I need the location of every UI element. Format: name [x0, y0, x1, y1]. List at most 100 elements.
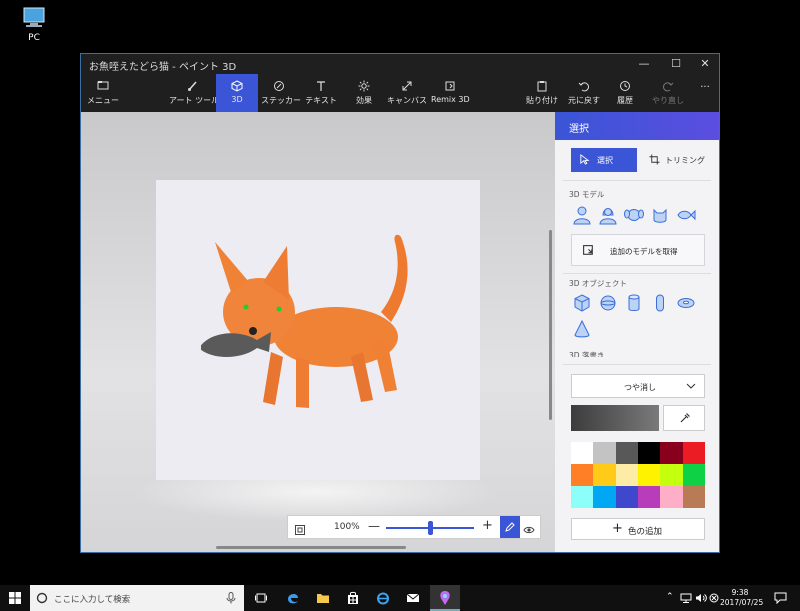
palette-color-swatch[interactable]: [682, 486, 705, 508]
zoom-slider-thumb[interactable]: [428, 521, 433, 535]
pc-icon: [23, 7, 45, 27]
paint3d-icon: [440, 591, 450, 605]
action-center-icon[interactable]: [774, 592, 787, 604]
network-icon[interactable]: [680, 593, 692, 603]
palette-color-swatch[interactable]: [660, 464, 683, 486]
palette-color-swatch[interactable]: [615, 486, 638, 508]
palette-color-swatch[interactable]: [637, 486, 661, 508]
maximize-button[interactable]: ☐: [661, 54, 691, 74]
cat-model-icon[interactable]: [649, 204, 671, 226]
folder-icon: [317, 594, 329, 603]
brush-icon: [169, 74, 217, 94]
crop-button[interactable]: トリミング: [645, 148, 711, 172]
palette-color-swatch[interactable]: [637, 442, 661, 464]
paint3d-taskbar-button[interactable]: [430, 585, 460, 611]
cube-object-icon[interactable]: [571, 292, 593, 314]
select-button[interactable]: 選択: [571, 148, 637, 172]
current-color-swatch[interactable]: [571, 405, 659, 431]
mail-icon: [406, 593, 420, 602]
palette-color-swatch[interactable]: [571, 442, 594, 464]
man-model-icon[interactable]: [571, 204, 593, 226]
search-placeholder: ここに入力して検索: [54, 595, 131, 605]
crop-label: トリミング: [665, 156, 705, 165]
palette-color-swatch[interactable]: [637, 464, 661, 486]
cat-with-fish-model[interactable]: [201, 212, 421, 412]
remix3d-tab[interactable]: Remix 3D: [431, 74, 470, 112]
cylinder-object-icon[interactable]: [623, 292, 645, 314]
toolbar: メニュー アート ツール 3D ステッカー テキスト 効果 キャンバス Remi…: [81, 74, 719, 112]
panel-divider: [563, 180, 711, 181]
paint3d-window: お魚咥えたどら猫 - ペイント 3D — ☐ ✕ メニュー アート ツール 3D…: [80, 53, 720, 553]
select-label: 選択: [597, 156, 613, 165]
view-3d-icon[interactable]: [523, 521, 535, 540]
palette-color-swatch[interactable]: [571, 486, 594, 508]
donut-object-icon[interactable]: [675, 292, 697, 314]
paste-button[interactable]: 貼り付け: [525, 74, 559, 112]
more-button[interactable]: ···: [695, 74, 715, 112]
palette-color-swatch[interactable]: [682, 442, 705, 464]
3d-tab[interactable]: 3D: [216, 74, 258, 112]
microphone-icon[interactable]: [226, 592, 236, 604]
chevron-up-icon[interactable]: ⌃: [666, 592, 674, 602]
palette-color-swatch[interactable]: [615, 464, 638, 486]
palette-color-swatch[interactable]: [593, 442, 616, 464]
minimize-button[interactable]: —: [629, 54, 659, 74]
remix-icon: [583, 245, 593, 255]
edge-taskbar-button[interactable]: [278, 585, 308, 611]
finish-dropdown[interactable]: つや消し: [571, 374, 705, 398]
title-bar[interactable]: お魚咥えたどら猫 - ペイント 3D — ☐ ✕: [81, 54, 719, 74]
get-more-models-button[interactable]: 追加のモデルを取得: [571, 234, 705, 266]
vertical-scrollbar[interactable]: [549, 230, 552, 420]
dog-model-icon[interactable]: [623, 204, 645, 226]
palette-color-swatch[interactable]: [615, 442, 638, 464]
horizontal-scrollbar[interactable]: [216, 546, 406, 549]
palette-color-swatch[interactable]: [571, 464, 594, 486]
palette-color-swatch[interactable]: [593, 464, 616, 486]
capsule-object-icon[interactable]: [649, 292, 671, 314]
sticker-tab[interactable]: ステッカー: [261, 74, 301, 112]
undo-button[interactable]: 元に戻す: [567, 74, 601, 112]
chevron-down-icon: [686, 383, 696, 389]
volume-icon[interactable]: [695, 593, 707, 603]
task-view-button[interactable]: [246, 585, 276, 611]
zoom-out-button[interactable]: —: [368, 519, 380, 533]
color-palette: [571, 442, 705, 508]
desktop-icon-pc[interactable]: PC: [14, 5, 54, 43]
palette-color-swatch[interactable]: [682, 464, 705, 486]
add-color-button[interactable]: + 色の追加: [571, 518, 705, 540]
canvas-area[interactable]: 100% — +: [81, 112, 555, 552]
search-box[interactable]: ここに入力して検索: [30, 585, 244, 611]
clipboard-icon: [525, 74, 559, 94]
woman-model-icon[interactable]: [597, 204, 619, 226]
desktop-icon-label: PC: [28, 33, 40, 43]
art-tools-tab[interactable]: アート ツール: [169, 74, 219, 112]
canvas-tab[interactable]: キャンバス: [387, 74, 427, 112]
menu-button[interactable]: メニュー: [83, 74, 123, 112]
palette-color-swatch[interactable]: [593, 486, 616, 508]
eyedropper-button[interactable]: [663, 405, 705, 431]
sphere-object-icon[interactable]: [597, 292, 619, 314]
add-color-label: 色の追加: [628, 527, 663, 537]
pen-mode-button[interactable]: [500, 516, 520, 538]
notification-x-icon[interactable]: [709, 593, 719, 603]
palette-color-swatch[interactable]: [660, 486, 683, 508]
store-taskbar-button[interactable]: [338, 585, 368, 611]
redo-icon: [651, 74, 685, 94]
explorer-taskbar-button[interactable]: [308, 585, 338, 611]
edge-icon: [288, 593, 298, 604]
history-button[interactable]: 履歴: [611, 74, 639, 112]
fit-view-icon[interactable]: [294, 521, 306, 540]
fish-model-icon[interactable]: [675, 204, 697, 226]
palette-color-swatch[interactable]: [660, 442, 683, 464]
text-tab[interactable]: テキスト: [303, 74, 339, 112]
effects-tab[interactable]: 効果: [349, 74, 379, 112]
start-button[interactable]: [0, 585, 30, 611]
cone-object-icon[interactable]: [571, 318, 593, 340]
mail-taskbar-button[interactable]: [398, 585, 428, 611]
zoom-in-button[interactable]: +: [482, 518, 493, 533]
ie-taskbar-button[interactable]: [368, 585, 398, 611]
close-button[interactable]: ✕: [690, 54, 720, 74]
plus-icon: +: [612, 521, 623, 536]
system-clock[interactable]: 9:38 2017/07/25: [720, 588, 763, 608]
redo-button[interactable]: やり直し: [651, 74, 685, 112]
